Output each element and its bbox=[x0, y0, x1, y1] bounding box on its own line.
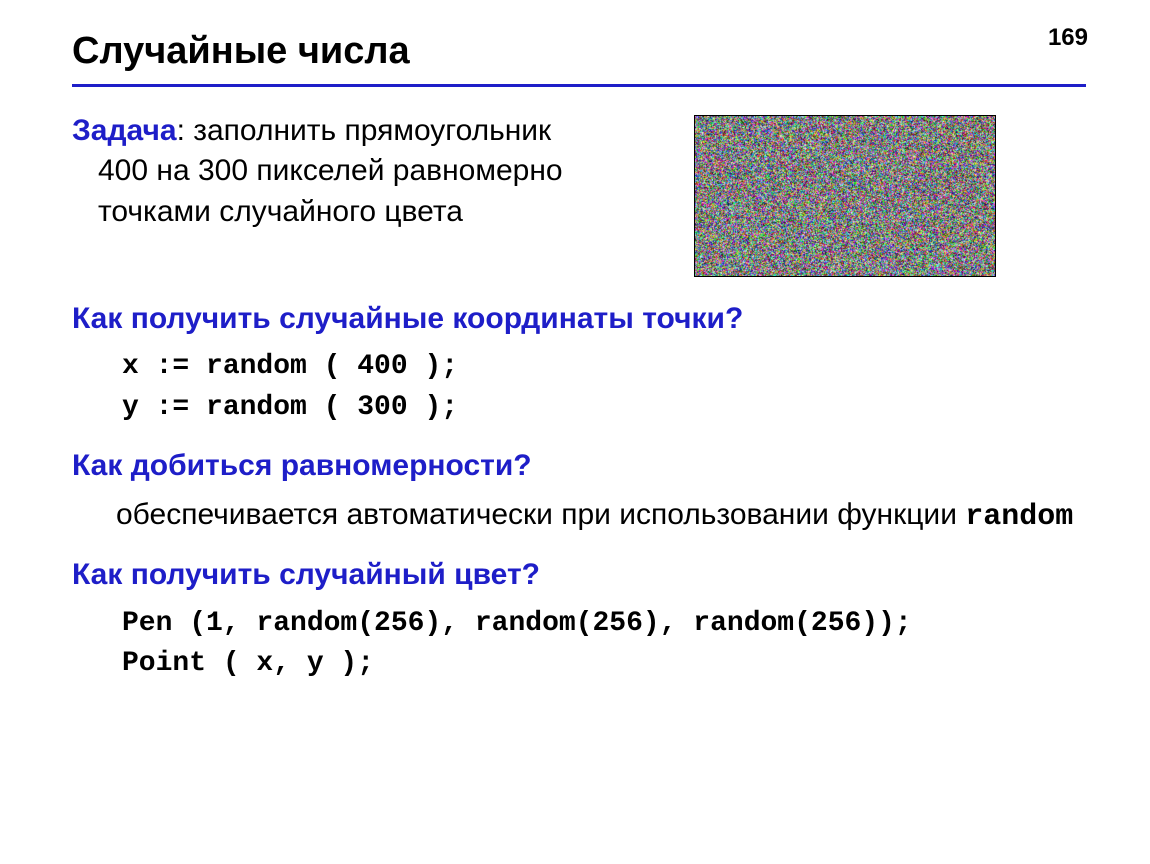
q1-code2: y := random ( 300 ); bbox=[72, 388, 1086, 429]
noise-image bbox=[694, 115, 996, 277]
task-rest: 400 на 300 пикселей равномерно точками с… bbox=[72, 151, 662, 232]
content: Задача: заполнить прямоугольник 400 на 3… bbox=[72, 111, 1086, 685]
task-label: Задача bbox=[72, 114, 177, 147]
q3-heading: Как получить случайный цвет? bbox=[72, 555, 1086, 596]
q2-answer: обеспечивается автоматически при использ… bbox=[72, 495, 1086, 538]
q2-heading: Как добиться равномерности? bbox=[72, 446, 1086, 487]
page-title: Случайные числа bbox=[72, 28, 1086, 76]
page-number: 169 bbox=[1048, 24, 1088, 52]
noise-canvas bbox=[695, 116, 995, 276]
task-row: Задача: заполнить прямоугольник 400 на 3… bbox=[72, 111, 1086, 277]
q3-code1: Pen (1, random(256), random(256), random… bbox=[72, 604, 1086, 645]
q3-code2: Point ( x, y ); bbox=[72, 644, 1086, 685]
q1-heading: Как получить случайные координаты точки? bbox=[72, 299, 1086, 340]
q2-answer-text: обеспечивается автоматически при использ… bbox=[116, 498, 965, 531]
q2-answer-mono: random bbox=[965, 500, 1073, 534]
task-text: Задача: заполнить прямоугольник 400 на 3… bbox=[72, 111, 662, 233]
task-line1: : заполнить прямоугольник bbox=[177, 114, 552, 147]
slide: 169 Случайные числа Задача: заполнить пр… bbox=[0, 0, 1150, 864]
q1-code1: x := random ( 400 ); bbox=[72, 347, 1086, 388]
title-rule bbox=[72, 84, 1086, 87]
